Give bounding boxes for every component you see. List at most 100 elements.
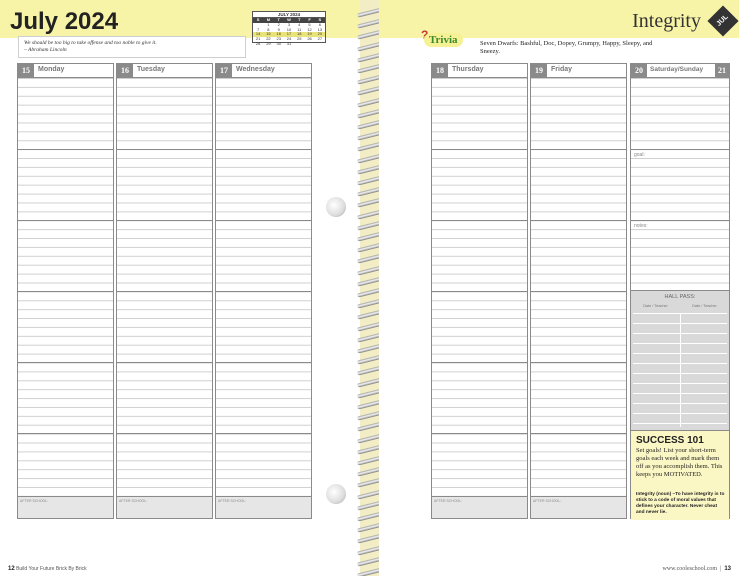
day-name: Wednesday bbox=[236, 66, 275, 73]
block-divider bbox=[117, 291, 212, 292]
block-divider bbox=[216, 149, 311, 150]
block-divider bbox=[216, 362, 311, 363]
day-number: 19 bbox=[531, 64, 547, 78]
day-number: 18 bbox=[432, 64, 448, 78]
trivia-text: Seven Dwarfs: Bashful, Doc, Dopey, Grump… bbox=[480, 40, 653, 55]
after-school-box[interactable]: AFTER SCHOOL: bbox=[18, 496, 113, 518]
after-school-box[interactable]: AFTER SCHOOL: bbox=[216, 496, 311, 518]
block-divider bbox=[432, 149, 527, 150]
hall-pass-title: HALL PASS: bbox=[664, 294, 696, 300]
block-divider bbox=[432, 291, 527, 292]
writing-lines[interactable] bbox=[117, 78, 212, 521]
left-planner-page: July 2024 We should be too big to take o… bbox=[0, 0, 360, 576]
quote-author: – Abraham Lincoln bbox=[24, 47, 67, 53]
day-column-monday[interactable]: 15 Monday INITIAL: AFTER SCHOOL: bbox=[17, 63, 114, 521]
left-footer: 12 Build Your Future Brick By Brick bbox=[8, 566, 87, 572]
block-divider bbox=[531, 291, 626, 292]
hall-pass-box[interactable]: HALL PASS: Date / Teacher Date / Teacher bbox=[631, 290, 729, 430]
after-school-label: AFTER SCHOOL: bbox=[218, 499, 247, 503]
day-header: 16 Tuesday bbox=[117, 64, 212, 78]
calendar-date bbox=[315, 42, 325, 47]
day-header: 18 Thursday bbox=[432, 64, 527, 78]
writing-lines[interactable] bbox=[216, 78, 311, 521]
block-divider bbox=[531, 220, 626, 221]
block-divider bbox=[531, 433, 626, 434]
block-divider bbox=[216, 291, 311, 292]
block-divider bbox=[18, 362, 113, 363]
after-school-box[interactable]: AFTER SCHOOL: bbox=[531, 496, 626, 518]
day-header: 19 Friday bbox=[531, 64, 626, 78]
calendar-date bbox=[304, 42, 314, 47]
block-divider bbox=[18, 149, 113, 150]
block-divider bbox=[216, 433, 311, 434]
footer-url: www.cooleschool.com bbox=[662, 566, 718, 572]
block-divider bbox=[531, 362, 626, 363]
block-divider bbox=[117, 362, 212, 363]
hall-pass-col-2: Date / Teacher bbox=[692, 304, 717, 308]
calendar-date: 29 bbox=[266, 40, 271, 46]
calendar-date: 30 bbox=[276, 40, 281, 46]
block-divider bbox=[531, 149, 626, 150]
writing-lines[interactable] bbox=[432, 78, 527, 521]
mini-calendar-week: 28 29 30 31 bbox=[253, 40, 325, 47]
calendar-date: 28 bbox=[255, 40, 261, 46]
hall-pass-col-1: Date / Teacher bbox=[643, 304, 668, 308]
day-number: 15 bbox=[18, 64, 34, 78]
day-header: 17 Wednesday bbox=[216, 64, 311, 78]
day-name: Thursday bbox=[452, 66, 484, 73]
day-name: Saturday/Sunday bbox=[650, 66, 704, 73]
block-divider bbox=[432, 362, 527, 363]
after-school-label: AFTER SCHOOL: bbox=[20, 499, 49, 503]
calendar-date: 31 bbox=[286, 40, 292, 46]
block-divider bbox=[216, 220, 311, 221]
punch-hole bbox=[326, 197, 346, 217]
day-number-second: 21 bbox=[715, 64, 729, 78]
day-name: Friday bbox=[551, 66, 573, 73]
hall-pass-grid[interactable] bbox=[633, 313, 727, 427]
block-divider bbox=[117, 433, 212, 434]
block-divider bbox=[631, 220, 729, 221]
day-header: 15 Monday bbox=[18, 64, 113, 78]
writing-lines[interactable] bbox=[18, 78, 113, 521]
after-school-label: AFTER SCHOOL: bbox=[119, 499, 148, 503]
day-number: 17 bbox=[216, 64, 232, 78]
after-school-box[interactable]: AFTER SCHOOL: bbox=[117, 496, 212, 518]
block-divider bbox=[18, 291, 113, 292]
after-school-box[interactable]: AFTER SCHOOL: bbox=[432, 496, 527, 518]
block-divider bbox=[631, 149, 729, 150]
success-title: SUCCESS 101 bbox=[636, 435, 704, 446]
calendar-date bbox=[294, 42, 304, 47]
integrity-definition: Integrity (noun) –To have integrity is t… bbox=[636, 492, 725, 515]
after-school-label: AFTER SCHOOL: bbox=[533, 499, 562, 503]
month-title: July 2024 bbox=[10, 8, 119, 35]
block-divider bbox=[432, 220, 527, 221]
block-divider bbox=[117, 149, 212, 150]
block-divider bbox=[432, 433, 527, 434]
success-text: Set goals! List your short-term goals ea… bbox=[636, 447, 723, 478]
right-planner-page: Integrity JUL ? Trivia Seven Dwarfs: Bas… bbox=[379, 0, 739, 576]
day-column-tuesday[interactable]: 16 Tuesday INITIAL: AFTER SCHOOL: bbox=[116, 63, 213, 521]
day-column-weekend[interactable]: 20 Saturday/Sunday 21 goal: notes: HALL … bbox=[630, 63, 730, 520]
left-page-number: 12 bbox=[8, 566, 15, 572]
success-101-box: SUCCESS 101 Set goals! List your short-t… bbox=[631, 430, 729, 520]
right-page-number: 13 bbox=[724, 566, 731, 572]
day-column-wednesday[interactable]: 17 Wednesday INITIAL: AFTER SCHOOL: bbox=[215, 63, 312, 521]
day-header: 20 Saturday/Sunday 21 bbox=[631, 64, 729, 78]
day-number: 16 bbox=[117, 64, 133, 78]
block-divider bbox=[18, 220, 113, 221]
block-divider bbox=[18, 433, 113, 434]
left-footer-text: Build Your Future Brick By Brick bbox=[16, 566, 87, 572]
mini-calendar: JULY 2024 S M T W T F S 1 2 3 4 5 6 7 8 9 10 11 12 13 14 15 16… bbox=[252, 11, 326, 46]
writing-lines[interactable] bbox=[531, 78, 626, 521]
goal-label: goal: bbox=[634, 152, 645, 158]
writing-lines[interactable] bbox=[631, 78, 729, 293]
right-footer: www.cooleschool.com | 13 bbox=[662, 566, 732, 572]
day-name: Monday bbox=[38, 66, 65, 73]
day-column-friday[interactable]: 19 Friday INITIAL: AFTER SCHOOL: bbox=[530, 63, 627, 521]
theme-title: Integrity bbox=[632, 10, 701, 32]
quote-box: We should be too big to take offense and… bbox=[18, 36, 246, 58]
trivia-logo: Trivia bbox=[424, 33, 463, 47]
day-column-thursday[interactable]: 18 Thursday INITIAL: AFTER SCHOOL: bbox=[431, 63, 528, 521]
after-school-label: AFTER SCHOOL: bbox=[434, 499, 463, 503]
hall-pass-columns: Date / Teacher Date / Teacher bbox=[631, 304, 729, 308]
